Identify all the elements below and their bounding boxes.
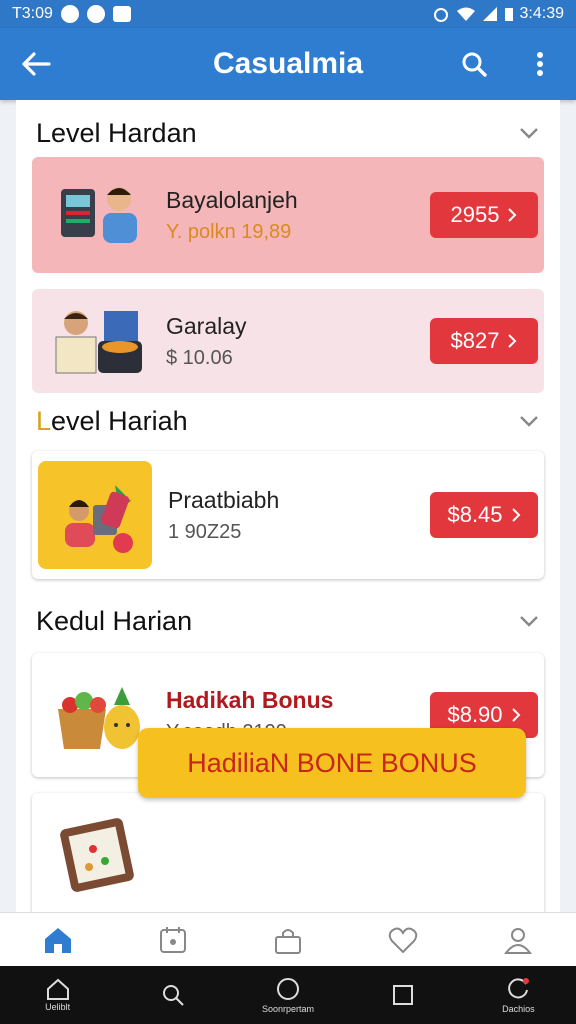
price-label: $8.90 <box>447 702 503 727</box>
chevron-down-icon <box>520 616 538 627</box>
fruit-basket-icon <box>50 670 150 760</box>
square-recents-icon <box>393 985 414 1005</box>
game-board-icon <box>50 809 150 899</box>
bonus-card[interactable] <box>32 793 544 912</box>
section-title-accent: L <box>36 405 52 436</box>
profile-icon <box>504 927 533 954</box>
sys-center-button[interactable]: Soonrpertam <box>253 966 323 1024</box>
heart-icon <box>388 927 418 953</box>
chevron-down-icon <box>520 416 538 427</box>
calendar-icon <box>159 926 186 953</box>
chevron-right-icon <box>511 508 520 522</box>
status-bar: T3:09 3:4:39 <box>0 0 576 28</box>
status-time-left: T3:09 <box>12 5 53 22</box>
section-header-level-hariah[interactable]: Level Hariah <box>16 394 560 448</box>
bonus-banner-label: HadiliaN BONE BONUS <box>187 747 477 778</box>
bottom-navigation <box>0 912 576 966</box>
price-label: 2955 <box>450 202 500 227</box>
more-options-button[interactable] <box>520 44 560 84</box>
card-title: Hadikah Bonus <box>166 686 334 713</box>
nav-favorites[interactable] <box>373 915 433 965</box>
section-title-rest: evel Hariah <box>51 405 188 436</box>
card-title: Praatbiabh <box>168 486 280 513</box>
sys-label: Ueliblt <box>45 1002 71 1012</box>
status-time-right: 3:4:39 <box>519 5 564 22</box>
search-button[interactable] <box>454 44 494 84</box>
wifi-icon <box>456 7 475 21</box>
signal-icon <box>482 7 497 21</box>
shopping-woman-icon <box>38 461 152 569</box>
more-icon <box>537 52 543 76</box>
bonus-banner-button[interactable]: HadiliaN BONE BONUS <box>138 728 526 798</box>
system-navigation: Ueliblt Soonrpertam Dachios <box>0 966 576 1024</box>
message-icon <box>86 5 105 23</box>
battery-icon <box>504 8 513 21</box>
price-label: $827 <box>450 328 500 353</box>
section-title: Level Hariah <box>36 406 188 437</box>
circle-home-icon <box>276 978 299 1000</box>
chevron-right-icon <box>508 334 517 348</box>
refresh-icon <box>508 978 530 999</box>
sys-home-button[interactable]: Ueliblt <box>23 966 93 1024</box>
nav-bag[interactable] <box>258 915 318 965</box>
app-bar: Casualmia <box>0 28 576 100</box>
card-title: Garalay <box>166 312 247 339</box>
bag-icon <box>274 928 301 954</box>
card-subtitle: 1 90Z25 <box>168 521 242 544</box>
sys-search-button[interactable] <box>138 966 208 1024</box>
section-title: Level Hardan <box>36 117 197 148</box>
price-label: $8.45 <box>447 502 503 527</box>
chevron-right-icon <box>508 208 517 222</box>
home-icon <box>46 978 69 1000</box>
alarm-clock-icon <box>433 8 448 22</box>
nav-profile[interactable] <box>488 915 548 965</box>
chevron-down-icon <box>520 128 538 139</box>
search-icon <box>162 985 184 1006</box>
card-subtitle: Y. polkn 19,89 <box>166 221 292 244</box>
sys-label: Soonrpertam <box>261 1004 314 1014</box>
alarm-icon <box>60 5 79 23</box>
price-button[interactable]: 2955 <box>430 192 538 238</box>
deal-card[interactable]: Bayalolanjeh Y. polkn 19,89 2955 <box>32 157 544 273</box>
back-button[interactable] <box>16 44 56 84</box>
deal-card[interactable]: Praatbiabh 1 90Z25 $8.45 <box>32 451 544 579</box>
search-icon <box>462 52 487 77</box>
deal-card[interactable]: Garalay $ 10.06 $827 <box>32 289 544 393</box>
chevron-right-icon <box>511 708 520 722</box>
section-header-level-hardan[interactable]: Level Hardan <box>16 106 560 160</box>
card-title: Bayalolanjeh <box>166 186 298 213</box>
shopping-box-icon <box>50 296 150 386</box>
gallery-icon <box>112 6 131 22</box>
home-icon <box>44 927 71 953</box>
section-title: Kedul Harian <box>36 605 193 636</box>
back-arrow-icon <box>22 52 51 76</box>
sys-refresh-button[interactable]: Dachios <box>483 966 553 1024</box>
nav-home[interactable] <box>28 915 88 965</box>
sys-label: Dachios <box>502 1004 535 1014</box>
cashier-icon <box>50 170 150 260</box>
price-button[interactable]: $8.45 <box>430 492 538 538</box>
section-header-kedul-harian[interactable]: Kedul Harian <box>16 594 560 648</box>
sys-recents-button[interactable] <box>368 966 438 1024</box>
price-button[interactable]: $827 <box>430 318 538 364</box>
card-subtitle: $ 10.06 <box>166 347 233 370</box>
nav-calendar[interactable] <box>143 915 203 965</box>
